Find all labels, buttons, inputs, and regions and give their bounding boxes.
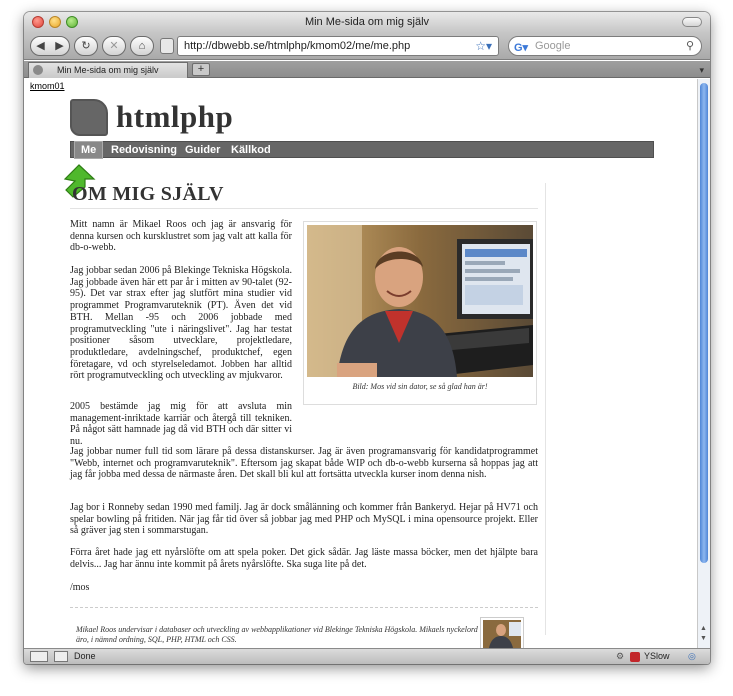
status-tool-icon[interactable]: ⚙ bbox=[616, 649, 624, 664]
status-bar: Done ⚙ YSlow ◎ bbox=[24, 648, 710, 664]
paragraph-2005: 2005 bestämde jag mig för att avsluta mi… bbox=[70, 401, 292, 448]
scroll-up-icon[interactable]: ▲ bbox=[700, 625, 707, 632]
yslow-icon[interactable] bbox=[630, 652, 640, 662]
nav-item-kallkod[interactable]: Källkod bbox=[231, 142, 271, 158]
scroll-down-icon[interactable]: ▼ bbox=[700, 635, 707, 642]
reload-icon: ↻ bbox=[81, 40, 91, 52]
site-title: htmlphp bbox=[116, 99, 234, 134]
url-text: http://dbwebb.se/htmlphp/kmom02/me/me.ph… bbox=[184, 40, 411, 52]
browser-window: Min Me-sida om mig själv ◀ ▶ ↻ ✕ ⌂ http:/… bbox=[24, 12, 710, 664]
kmom-link[interactable]: kmom01 bbox=[30, 81, 65, 91]
scrollbar-thumb[interactable] bbox=[700, 83, 708, 563]
home-button[interactable]: ⌂ bbox=[130, 36, 154, 56]
search-icon[interactable]: ⚲ bbox=[686, 37, 694, 55]
status-window-icon[interactable] bbox=[54, 651, 68, 662]
yslow-label[interactable]: YSlow bbox=[644, 649, 670, 664]
reload-button[interactable]: ↻ bbox=[74, 36, 98, 56]
paragraph-work: Jag jobbar numer full tid som lärare på … bbox=[70, 446, 538, 481]
site-logo-icon bbox=[70, 99, 108, 136]
toolbar-toggle-button[interactable] bbox=[682, 17, 702, 27]
status-text: Done bbox=[74, 651, 96, 661]
paragraph-newyear: Förra året hade jag ett nyårslöfte om at… bbox=[70, 547, 538, 570]
new-tab-button[interactable]: + bbox=[192, 63, 210, 76]
main-navbar: Me Redovisning Guider Källkod bbox=[70, 141, 654, 159]
google-icon[interactable]: G▾ bbox=[514, 39, 528, 57]
forward-icon[interactable]: ▶ bbox=[50, 37, 69, 55]
browser-toolbar: ◀ ▶ ↻ ✕ ⌂ http://dbwebb.se/htmlphp/kmom02… bbox=[24, 32, 710, 60]
search-placeholder: Google bbox=[535, 40, 571, 52]
tab-list-icon[interactable]: ▾ bbox=[699, 65, 704, 76]
bookmark-star-icon[interactable]: ☆▾ bbox=[475, 37, 492, 55]
home-icon: ⌂ bbox=[138, 40, 146, 52]
nav-item-redovisning[interactable]: Redovisning bbox=[111, 142, 177, 158]
close-window-button[interactable] bbox=[32, 16, 44, 28]
url-field[interactable]: http://dbwebb.se/htmlphp/kmom02/me/me.ph… bbox=[177, 36, 499, 56]
photo-caption: Bild: Mos vid sin dator, se så glad han … bbox=[352, 382, 488, 391]
status-info-icon[interactable]: ◎ bbox=[688, 649, 696, 664]
window-title: Min Me-sida om mig själv bbox=[304, 16, 430, 28]
tab-close-icon[interactable] bbox=[33, 65, 43, 75]
footer-thumbnail bbox=[480, 617, 524, 648]
page-heading: OM MIG SJÄLV bbox=[72, 183, 224, 205]
sidebar-divider bbox=[545, 183, 546, 635]
search-input[interactable]: G▾ Google ⚲ bbox=[508, 36, 702, 56]
title-bar: Min Me-sida om mig själv bbox=[24, 12, 710, 32]
vertical-scrollbar[interactable]: ▲ ▼ bbox=[697, 79, 710, 648]
nav-item-guider[interactable]: Guider bbox=[185, 142, 220, 158]
minimize-window-button[interactable] bbox=[49, 16, 61, 28]
signature: /mos bbox=[70, 582, 90, 593]
tab-label: Min Me-sida om mig själv bbox=[57, 65, 159, 75]
back-forward-buttons[interactable]: ◀ ▶ bbox=[30, 36, 70, 56]
zoom-window-button[interactable] bbox=[66, 16, 78, 28]
heading-divider bbox=[70, 208, 538, 209]
photo-mos-at-computer bbox=[307, 225, 533, 377]
tab-active[interactable]: Min Me-sida om mig själv bbox=[28, 62, 188, 78]
paragraph-home: Jag bor i Ronneby sedan 1990 med familj.… bbox=[70, 502, 538, 537]
stop-icon: ✕ bbox=[109, 40, 119, 52]
nav-item-me[interactable]: Me bbox=[74, 141, 104, 159]
site-icon[interactable] bbox=[160, 38, 174, 54]
paragraph-intro: Mitt namn är Mikael Roos och jag är ansv… bbox=[70, 219, 292, 254]
status-menu-icon[interactable] bbox=[30, 651, 48, 662]
photo-figure: Bild: Mos vid sin dator, se så glad han … bbox=[303, 221, 537, 405]
page-viewport: kmom01 htmlphp Me Redovisning Guider Käl… bbox=[24, 79, 710, 648]
back-icon[interactable]: ◀ bbox=[31, 37, 50, 55]
paragraph-career: Jag jobbar sedan 2006 på Blekinge Teknis… bbox=[70, 265, 292, 382]
tab-bar: Min Me-sida om mig själv + ▾ bbox=[24, 61, 710, 78]
stop-button[interactable]: ✕ bbox=[102, 36, 126, 56]
footer-divider bbox=[70, 607, 538, 608]
footer-text: Mikael Roos undervisar i databaser och u… bbox=[76, 625, 478, 644]
